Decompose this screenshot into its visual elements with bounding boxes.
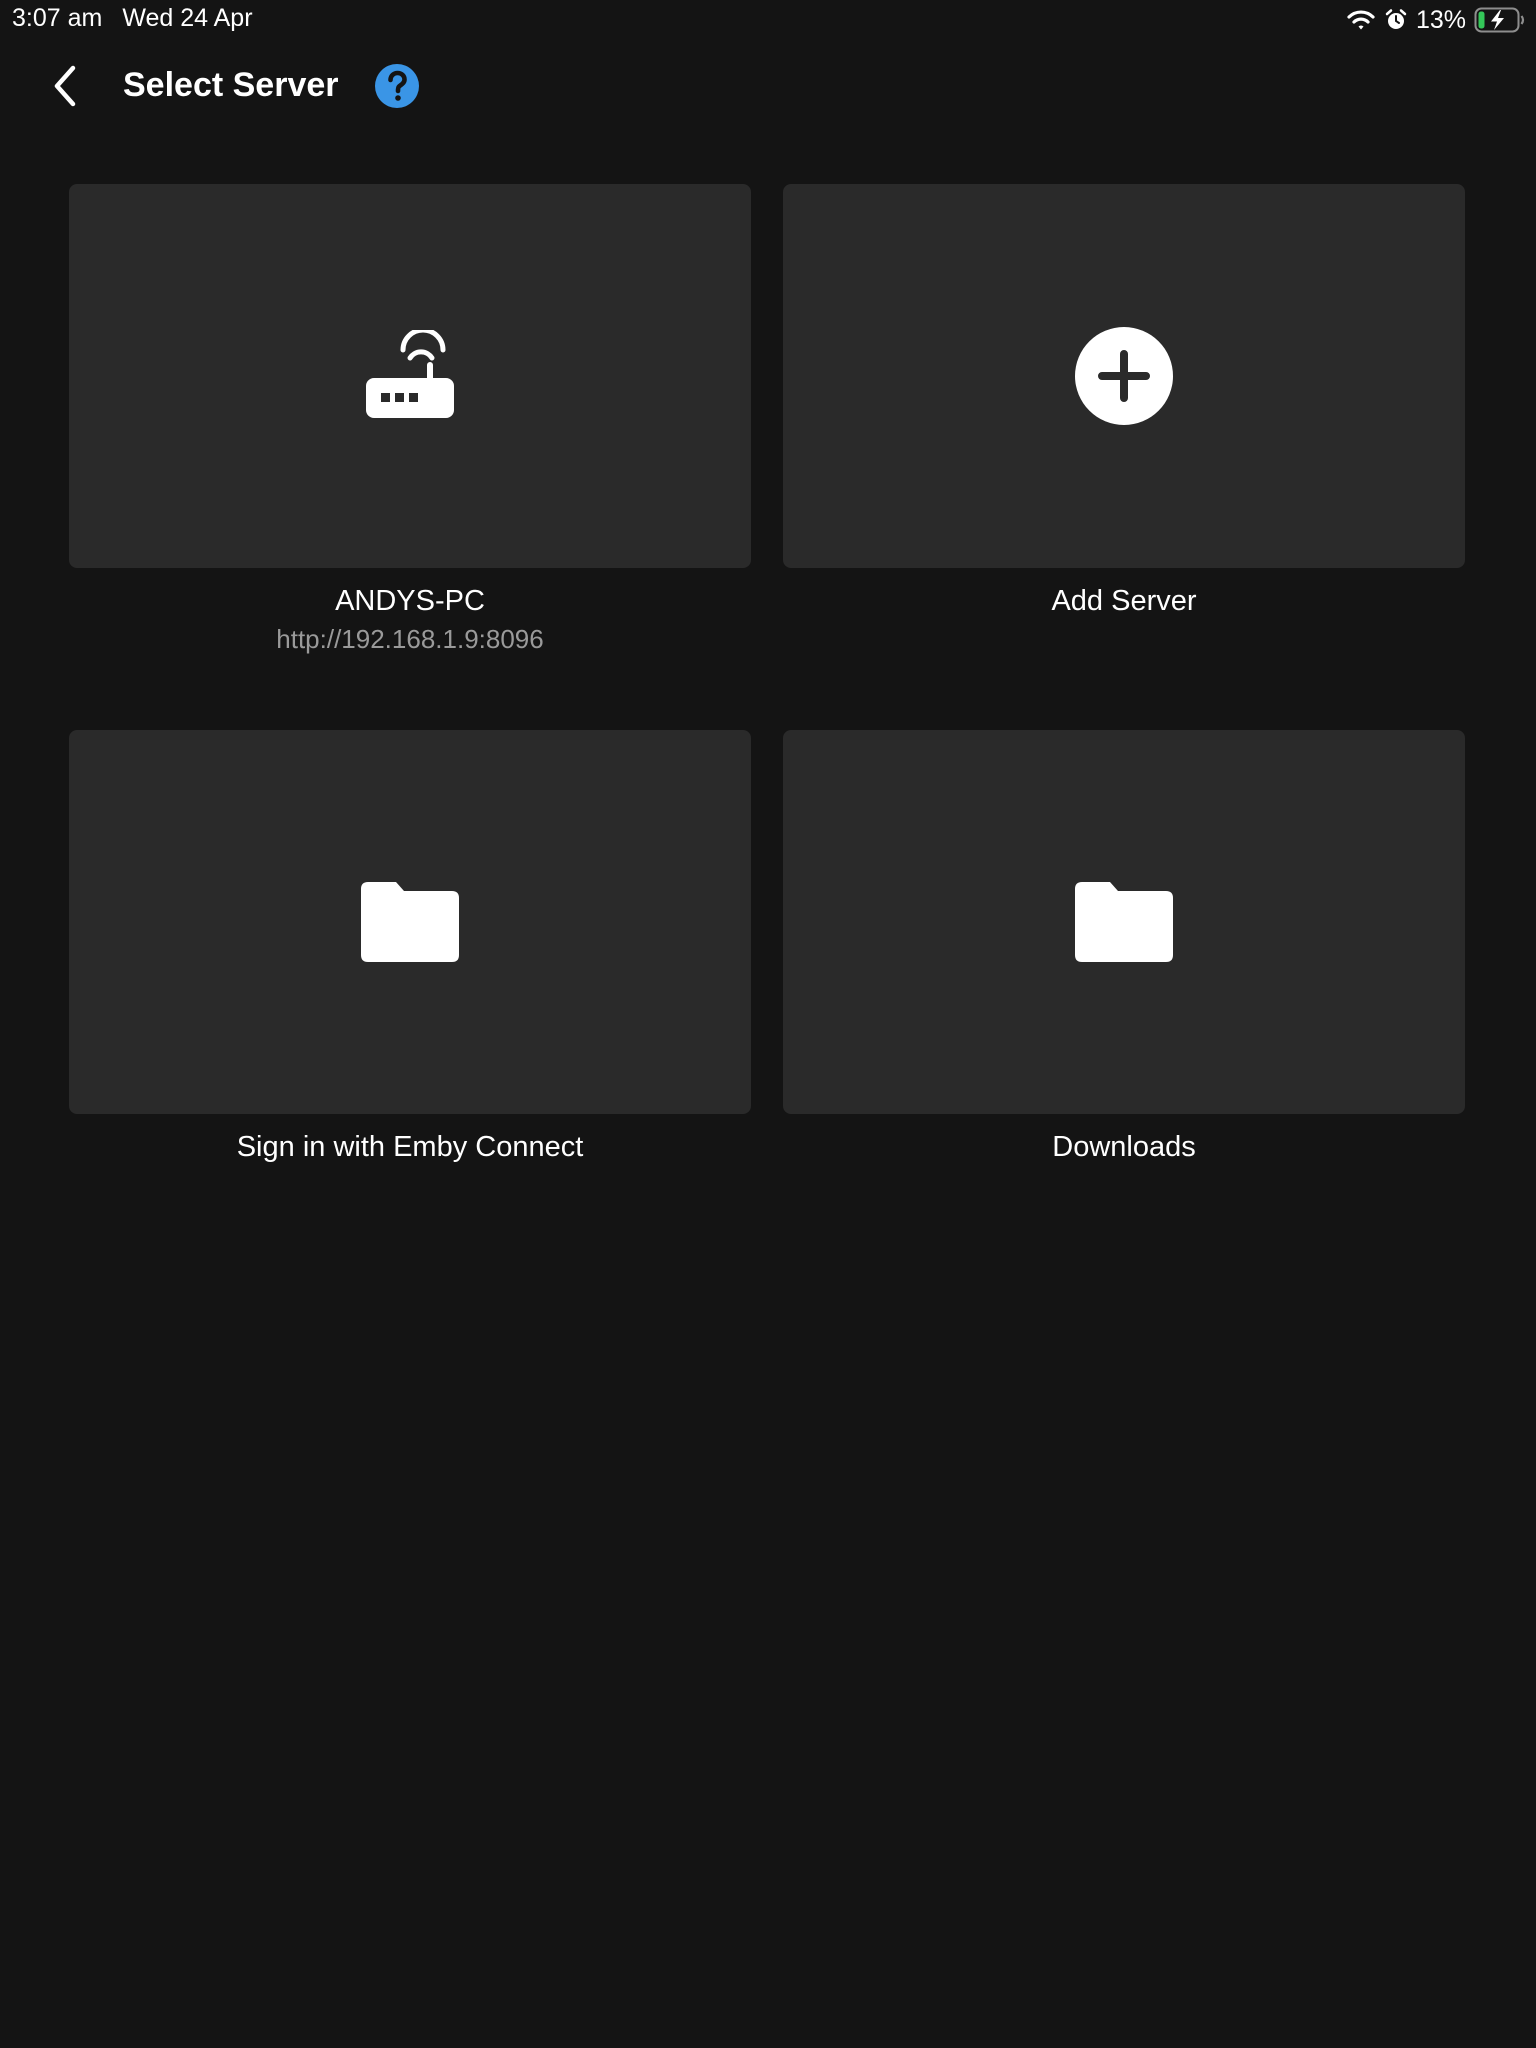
battery-fill [1478, 11, 1485, 29]
status-date: Wed 24 Apr [122, 4, 253, 32]
add-server-card[interactable]: Add Server [783, 184, 1465, 618]
status-right: 13% [1346, 4, 1526, 36]
battery-charging-icon [1474, 7, 1526, 33]
add-server-tile[interactable] [783, 184, 1465, 568]
downloads-card[interactable]: Downloads [783, 730, 1465, 1164]
emby-connect-tile[interactable] [69, 730, 751, 1114]
status-left: 3:07 am Wed 24 Apr [12, 4, 253, 33]
back-button[interactable] [44, 60, 88, 112]
folder-icon [1075, 882, 1173, 962]
downloads-tile[interactable] [783, 730, 1465, 1114]
status-time: 3:07 am [12, 4, 103, 32]
alarm-icon [1384, 8, 1408, 32]
wifi-icon [1346, 8, 1376, 32]
chevron-left-icon [54, 65, 76, 107]
router-icon [366, 330, 454, 418]
folder-icon [361, 882, 459, 962]
help-button[interactable] [375, 64, 419, 108]
question-mark-icon [388, 70, 407, 101]
downloads-label: Downloads [1052, 1131, 1196, 1163]
header: Select Server [0, 60, 1536, 112]
server-card-andys-pc[interactable]: ANDYS-PC http://192.168.1.9:8096 [69, 184, 751, 654]
plus-circle-icon [1075, 327, 1173, 425]
battery-percent: 13% [1415, 5, 1466, 34]
status-bar: 3:07 am Wed 24 Apr 13% [0, 0, 1536, 40]
server-card-tile[interactable] [69, 184, 751, 568]
server-name: ANDYS-PC [335, 585, 485, 617]
emby-connect-card[interactable]: Sign in with Emby Connect [69, 730, 751, 1164]
server-address: http://192.168.1.9:8096 [276, 624, 544, 654]
page-title: Select Server [123, 66, 339, 104]
add-server-label: Add Server [1051, 585, 1197, 617]
emby-connect-label: Sign in with Emby Connect [236, 1131, 584, 1163]
